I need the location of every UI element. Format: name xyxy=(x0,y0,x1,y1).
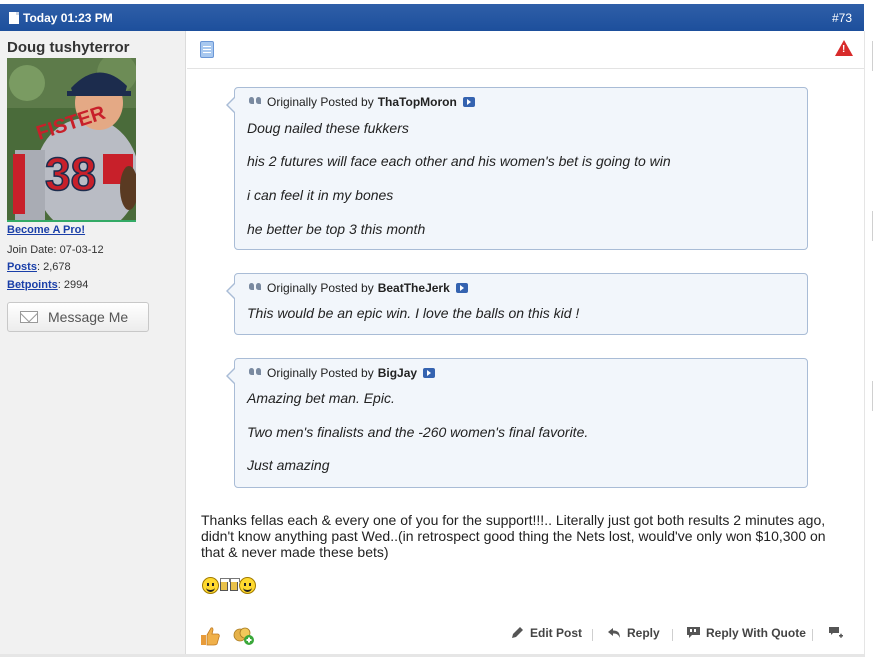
post-date: Today 01:23 PM xyxy=(9,11,113,25)
reply-with-quote-label: Reply With Quote xyxy=(706,625,806,640)
divider xyxy=(672,629,673,641)
forum-post: Today 01:23 PM #73 Doug tushyterror FIST… xyxy=(0,0,875,657)
quote-prefix: Originally Posted by xyxy=(267,366,374,380)
message-me-label: Message Me xyxy=(48,309,129,325)
smiley-icon xyxy=(239,577,256,594)
edit-post-label: Edit Post xyxy=(530,625,583,640)
divider xyxy=(872,211,873,241)
post-content: ! Originally Posted by ThaTopMoron Doug … xyxy=(187,31,864,657)
right-scroll-edge xyxy=(864,31,875,657)
divider xyxy=(812,629,813,641)
posts-stat: Posts: 2,678 xyxy=(7,261,71,273)
quote-icon xyxy=(249,97,263,107)
report-icon[interactable]: ! xyxy=(835,40,853,56)
post-toolbar-top: ! xyxy=(187,31,864,69)
quote-reply-icon xyxy=(687,627,700,638)
edit-post-button[interactable]: Edit Post xyxy=(510,625,582,640)
quote-author: BeatTheJerk xyxy=(377,281,450,295)
smiley-icon xyxy=(202,577,219,594)
avatar-image: FISTER 38 xyxy=(7,58,136,220)
quote-block: Originally Posted by BigJay Amazing bet … xyxy=(226,358,808,488)
betpoints-count: : 2994 xyxy=(57,279,89,291)
post-message: Thanks fellas each & every one of you fo… xyxy=(201,512,826,560)
divider xyxy=(872,41,873,71)
reply-button[interactable]: Reply xyxy=(607,625,660,640)
quote-line: Amazing bet man. Epic. xyxy=(247,390,395,406)
reply-icon xyxy=(608,628,620,638)
username[interactable]: Doug tushyterror xyxy=(7,39,130,56)
post-header: Today 01:23 PM #73 xyxy=(0,4,864,31)
user-info-panel: Doug tushyterror FISTER 38 Become A Pro!… xyxy=(0,31,186,657)
reply-label: Reply xyxy=(627,625,660,640)
divider xyxy=(872,381,873,411)
view-post-icon[interactable] xyxy=(462,97,475,107)
quote-prefix: Originally Posted by xyxy=(267,95,374,109)
multi-quote-button[interactable] xyxy=(828,625,843,640)
posts-link[interactable]: Posts xyxy=(7,261,37,273)
betpoints-link[interactable]: Betpoints xyxy=(7,279,58,291)
quote-author: BigJay xyxy=(377,366,418,380)
join-date: Join Date: 07-03-12 xyxy=(7,244,104,256)
smileys xyxy=(202,577,256,594)
quote-block: Originally Posted by BeatTheJerk This wo… xyxy=(226,273,808,335)
quote-icon xyxy=(249,368,263,378)
envelope-icon xyxy=(20,311,38,323)
reply-with-quote-button[interactable]: Reply With Quote xyxy=(686,625,806,640)
thumbs-up-icon[interactable] xyxy=(200,626,220,646)
quote-line: Two men's finalists and the -260 women's… xyxy=(247,424,589,440)
edit-icon xyxy=(512,627,523,638)
become-pro-link[interactable]: Become A Pro! xyxy=(7,224,85,236)
post-footer: Edit Post Reply Reply With Quote xyxy=(187,619,864,657)
betpoints-stat: Betpoints: 2994 xyxy=(7,279,88,291)
posts-count: : 2,678 xyxy=(36,261,71,273)
add-group-icon[interactable] xyxy=(233,626,255,646)
doc-icon xyxy=(200,41,214,58)
view-post-icon[interactable] xyxy=(423,368,436,378)
doc-icon xyxy=(9,12,19,24)
divider xyxy=(592,629,593,641)
quote-line: Just amazing xyxy=(247,457,330,473)
quote-line: his 2 futures will face each other and h… xyxy=(247,153,671,169)
message-me-button[interactable]: Message Me xyxy=(7,302,149,332)
quote-header: Originally Posted by ThaTopMoron xyxy=(249,95,475,109)
quote-icon xyxy=(249,283,263,293)
view-post-icon[interactable] xyxy=(455,283,468,293)
beer-mug-icon xyxy=(220,578,230,591)
quote-line: i can feel it in my bones xyxy=(247,187,394,203)
avatar[interactable]: FISTER 38 xyxy=(7,58,136,222)
post-date-text: Today 01:23 PM xyxy=(23,11,113,25)
multi-quote-icon xyxy=(829,627,843,638)
beer-mug-icon xyxy=(230,578,240,591)
quote-prefix: Originally Posted by xyxy=(267,281,374,295)
quote-header: Originally Posted by BigJay xyxy=(249,366,436,380)
svg-text:38: 38 xyxy=(45,148,96,200)
quote-author: ThaTopMoron xyxy=(377,95,457,109)
quote-block: Originally Posted by ThaTopMoron Doug na… xyxy=(226,87,808,250)
quote-line: Doug nailed these fukkers xyxy=(247,120,409,136)
quote-header: Originally Posted by BeatTheJerk xyxy=(249,281,468,295)
quote-line: This would be an epic win. I love the ba… xyxy=(247,305,580,321)
quote-line: he better be top 3 this month xyxy=(247,221,426,237)
post-number-link[interactable]: #73 xyxy=(832,11,852,25)
